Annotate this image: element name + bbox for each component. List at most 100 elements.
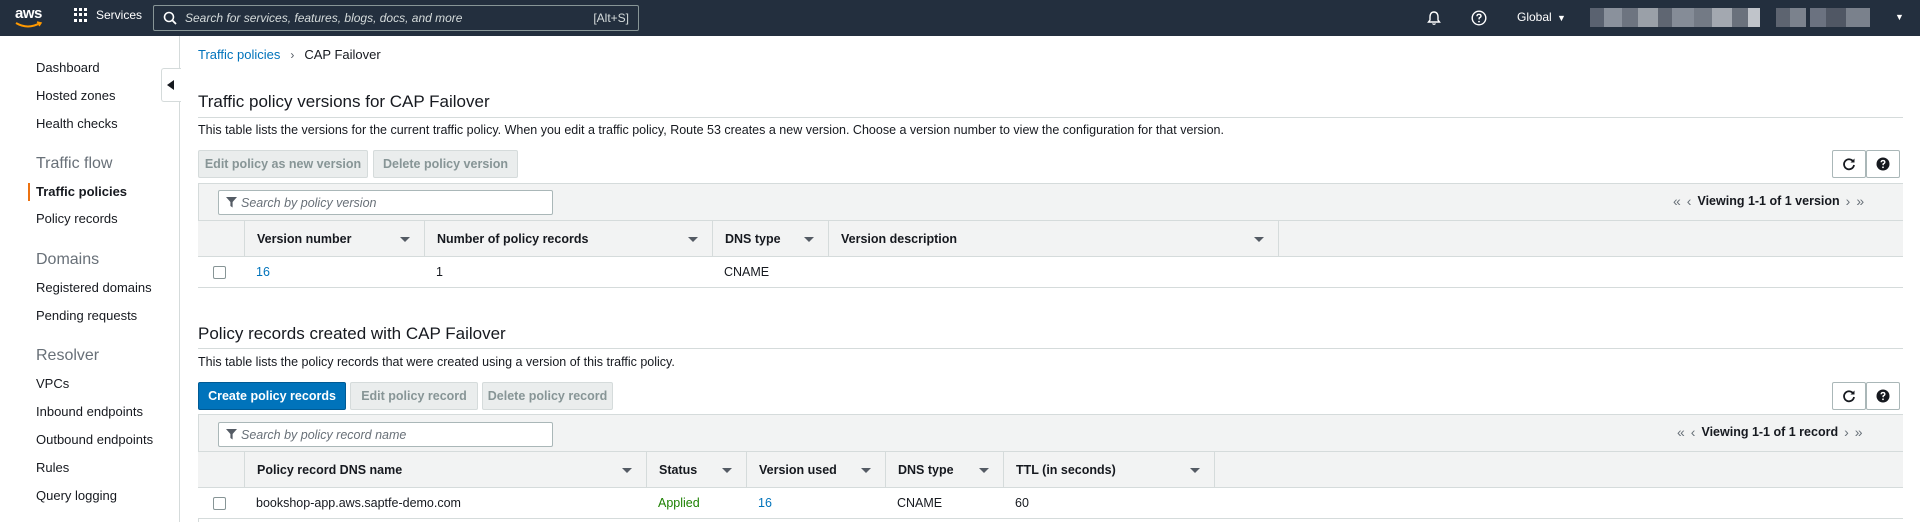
- active-item-marker: [28, 183, 30, 201]
- sort-caret-icon: [1254, 237, 1264, 242]
- sidebar-collapse-button[interactable]: [161, 68, 181, 102]
- table-row[interactable]: 16 1 CNAME: [198, 257, 1903, 288]
- versions-title-divider: [198, 117, 1903, 118]
- top-navigation-bar: aws Services Search for services, featur…: [0, 0, 1920, 36]
- account-menu-chevron-icon[interactable]: ▼: [1895, 12, 1904, 22]
- records-filter-input[interactable]: [218, 422, 553, 447]
- column-number-of-policy-records[interactable]: Number of policy records: [424, 221, 712, 257]
- search-icon: [163, 11, 177, 25]
- sidebar-item-policy-records[interactable]: Policy records: [36, 211, 118, 226]
- last-page-icon[interactable]: »: [1855, 424, 1863, 440]
- breadcrumb-current: CAP Failover: [304, 47, 381, 62]
- versions-filter-input[interactable]: [218, 190, 553, 215]
- column-dns-type[interactable]: DNS type: [885, 452, 1003, 488]
- row-checkbox[interactable]: [213, 497, 226, 510]
- refresh-icon: [1843, 158, 1855, 171]
- sidebar-item-health-checks[interactable]: Health checks: [36, 116, 118, 131]
- column-status[interactable]: Status: [646, 452, 746, 488]
- sort-caret-icon: [622, 468, 632, 473]
- aws-smile-icon: [15, 21, 43, 28]
- select-column-header: [198, 452, 244, 488]
- global-search-input[interactable]: Search for services, features, blogs, do…: [153, 5, 639, 31]
- column-version-used[interactable]: Version used: [746, 452, 885, 488]
- account-id-redacted: [1810, 8, 1870, 27]
- filter-icon: [226, 197, 237, 208]
- first-page-icon[interactable]: «: [1673, 193, 1681, 209]
- sidebar-item-traffic-policies[interactable]: Traffic policies: [36, 184, 127, 199]
- column-version-number[interactable]: Version number: [244, 221, 424, 257]
- policy-record-dns-name: bookshop-app.aws.saptfe-demo.com: [256, 496, 461, 510]
- refresh-versions-button[interactable]: [1832, 150, 1866, 178]
- sidebar-item-registered-domains[interactable]: Registered domains: [36, 280, 152, 295]
- caret-left-icon: [167, 80, 174, 90]
- status-value: Applied: [658, 496, 700, 510]
- versions-pagination: « ‹ Viewing 1-1 of 1 version › »: [1673, 193, 1864, 209]
- refresh-icon: [1843, 390, 1855, 403]
- column-dns-type[interactable]: DNS type: [712, 221, 828, 257]
- sidebar-item-inbound-endpoints[interactable]: Inbound endpoints: [36, 404, 143, 419]
- column-filler: [1214, 452, 1903, 488]
- search-placeholder: Search for services, features, blogs, do…: [185, 11, 463, 25]
- services-label: Services: [96, 8, 143, 22]
- column-label: Policy record DNS name: [257, 463, 403, 477]
- column-label: DNS type: [898, 463, 954, 477]
- sort-caret-icon: [979, 468, 989, 473]
- records-table-header: Policy record DNS name Status Version us…: [198, 452, 1903, 488]
- ttl-value: 60: [1015, 496, 1029, 510]
- aws-logo[interactable]: aws: [14, 5, 48, 31]
- versions-section-title: Traffic policy versions for CAP Failover: [198, 92, 490, 111]
- column-label: Version number: [257, 232, 352, 246]
- select-column-header: [198, 221, 244, 257]
- versions-filter-text[interactable]: [241, 194, 541, 211]
- previous-page-icon[interactable]: ‹: [1691, 424, 1696, 440]
- help-circle-icon: [1876, 389, 1890, 403]
- column-ttl[interactable]: TTL (in seconds): [1003, 452, 1214, 488]
- chevron-right-icon: ›: [290, 47, 295, 62]
- column-filler: [1278, 221, 1903, 257]
- sidebar-section-resolver: Resolver: [36, 347, 100, 364]
- first-page-icon[interactable]: «: [1677, 424, 1685, 440]
- refresh-records-button[interactable]: [1832, 382, 1866, 410]
- column-version-description[interactable]: Version description: [828, 221, 1278, 257]
- records-pager-text: Viewing 1-1 of 1 record: [1701, 425, 1839, 439]
- sort-caret-icon: [722, 468, 732, 473]
- sort-caret-icon: [400, 237, 410, 242]
- table-row[interactable]: bookshop-app.aws.saptfe-demo.com Applied…: [198, 488, 1903, 519]
- column-policy-record-dns-name[interactable]: Policy record DNS name: [244, 452, 646, 488]
- notifications-bell-icon[interactable]: [1426, 10, 1442, 26]
- delete-policy-record-button[interactable]: Delete policy record: [482, 382, 613, 410]
- sidebar-item-outbound-endpoints[interactable]: Outbound endpoints: [36, 432, 153, 447]
- edit-policy-record-button[interactable]: Edit policy record: [350, 382, 478, 410]
- delete-policy-version-button[interactable]: Delete policy version: [373, 150, 518, 178]
- previous-page-icon[interactable]: ‹: [1687, 193, 1692, 209]
- next-page-icon[interactable]: ›: [1846, 193, 1851, 209]
- next-page-icon[interactable]: ›: [1844, 424, 1849, 440]
- sidebar-item-hosted-zones[interactable]: Hosted zones: [36, 88, 116, 103]
- help-records-button[interactable]: [1866, 382, 1900, 410]
- sidebar-item-pending-requests[interactable]: Pending requests: [36, 308, 137, 323]
- aws-logo-text: aws: [15, 5, 42, 22]
- region-selector[interactable]: Global ▼: [1517, 10, 1566, 24]
- sidebar-item-query-logging[interactable]: Query logging: [36, 488, 117, 503]
- row-checkbox[interactable]: [213, 266, 226, 279]
- services-menu-button[interactable]: Services: [74, 8, 142, 22]
- records-description: This table lists the policy records that…: [198, 355, 675, 369]
- help-versions-button[interactable]: [1866, 150, 1900, 178]
- last-page-icon[interactable]: »: [1856, 193, 1864, 209]
- sidebar-item-dashboard[interactable]: Dashboard: [36, 60, 100, 75]
- search-shortcut-hint: [Alt+S]: [593, 11, 629, 25]
- breadcrumb-link-traffic-policies[interactable]: Traffic policies: [198, 47, 280, 62]
- account-name-redacted: [1590, 8, 1806, 27]
- sidebar-item-vpcs[interactable]: VPCs: [36, 376, 69, 391]
- edit-policy-as-new-version-button[interactable]: Edit policy as new version: [198, 150, 368, 178]
- help-circle-icon: [1876, 157, 1890, 171]
- records-title-divider: [198, 348, 1903, 349]
- version-used-link[interactable]: 16: [758, 496, 772, 510]
- records-filter-text[interactable]: [241, 426, 541, 443]
- version-number-link[interactable]: 16: [256, 265, 270, 279]
- column-label: DNS type: [725, 232, 781, 246]
- sidebar-section-domains: Domains: [36, 251, 100, 268]
- create-policy-records-button[interactable]: Create policy records: [198, 382, 346, 410]
- help-icon[interactable]: [1471, 10, 1487, 26]
- sidebar-item-rules[interactable]: Rules: [36, 460, 69, 475]
